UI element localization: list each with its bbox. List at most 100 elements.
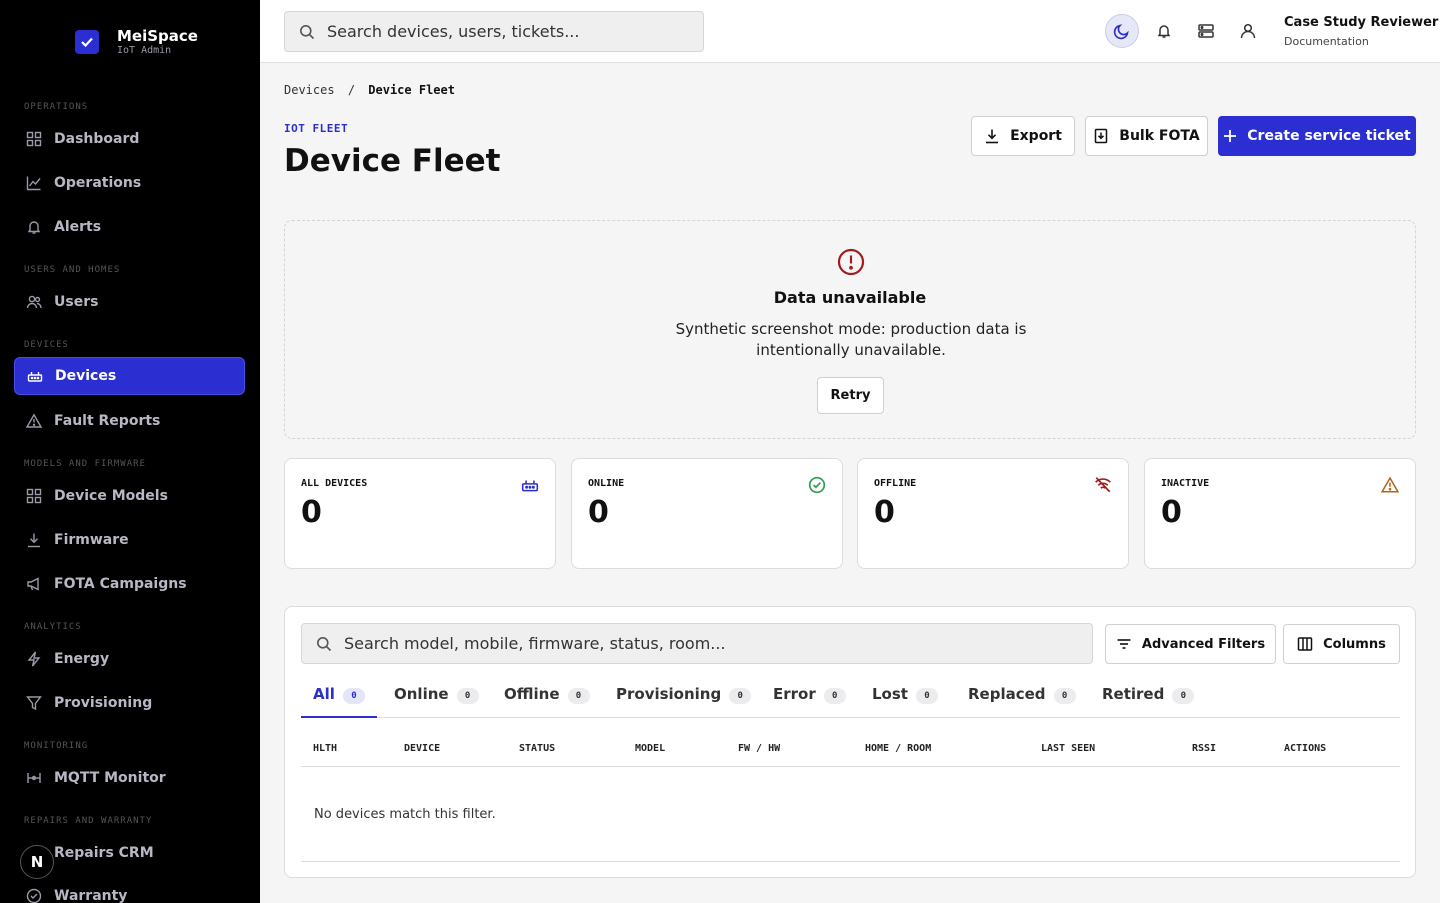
node-link-icon: [27, 773, 41, 783]
framework-badge[interactable]: N: [20, 845, 54, 879]
tab-lost[interactable]: Lost 0: [872, 685, 938, 718]
sidebar-item-energy[interactable]: Energy: [14, 640, 245, 678]
sidebar-item-warranty[interactable]: Warranty: [14, 877, 245, 903]
export-button[interactable]: Export: [971, 116, 1075, 156]
alert-title: Data unavailable: [773, 288, 927, 307]
create-ticket-label: Create service ticket: [1247, 128, 1411, 144]
table-footer-divider: [301, 861, 1400, 862]
column-model[interactable]: MODEL: [635, 743, 665, 754]
wifi-off-icon: [1095, 477, 1111, 493]
notifications-button[interactable]: [1147, 14, 1181, 48]
page-eyebrow: IOT FLEET: [284, 122, 349, 135]
column-status[interactable]: STATUS: [519, 743, 555, 754]
router-icon: [521, 480, 539, 492]
column-fw-hw[interactable]: FW / HW: [738, 743, 780, 754]
sidebar-item-users[interactable]: Users: [14, 283, 245, 321]
warning-triangle-icon: [26, 413, 42, 428]
table-search-input[interactable]: [344, 634, 1074, 653]
bell-icon: [27, 221, 41, 234]
sidebar-item-fault-reports[interactable]: Fault Reports: [14, 402, 245, 440]
user-icon: [1240, 23, 1256, 39]
columns-button[interactable]: Columns: [1283, 624, 1400, 664]
alert-message: Synthetic screenshot mode: production da…: [675, 320, 1027, 359]
column-rssi[interactable]: RSSI: [1192, 743, 1216, 754]
sidebar-item-label: Fault Reports: [54, 413, 161, 429]
user-block[interactable]: Case Study Reviewer Documentation: [1284, 15, 1438, 48]
column-health[interactable]: HLTH: [313, 743, 337, 754]
tab-error[interactable]: Error 0: [773, 685, 846, 718]
tab-offline[interactable]: Offline 0: [504, 685, 590, 718]
breadcrumb-parent[interactable]: Devices: [284, 83, 335, 97]
breadcrumb-current: Device Fleet: [368, 83, 455, 97]
sidebar-item-device-models[interactable]: Device Models: [14, 477, 245, 515]
funnel-icon: [26, 696, 42, 711]
tab-retired[interactable]: Retired 0: [1102, 685, 1195, 718]
topbar: Case Study Reviewer Documentation: [260, 0, 1440, 63]
sidebar-item-alerts[interactable]: Alerts: [14, 208, 245, 246]
theme-toggle-button[interactable]: [1105, 14, 1139, 48]
global-search-input[interactable]: [327, 22, 687, 41]
columns-label: Columns: [1323, 636, 1386, 652]
sidebar-item-mqtt-monitor[interactable]: MQTT Monitor: [14, 759, 245, 797]
table-search[interactable]: [301, 623, 1093, 664]
bulk-fota-button[interactable]: Bulk FOTA: [1085, 116, 1208, 156]
columns-icon: [1297, 637, 1313, 651]
stat-value: 0: [1161, 495, 1182, 530]
tab-online[interactable]: Online 0: [394, 685, 479, 718]
warning-triangle-icon: [1381, 476, 1399, 493]
tab-all[interactable]: All 0: [301, 685, 377, 718]
tab-label: Provisioning: [616, 685, 722, 703]
user-role: Documentation: [1284, 35, 1369, 48]
tab-provisioning[interactable]: Provisioning 0: [616, 685, 752, 718]
server-status-button[interactable]: [1189, 14, 1223, 48]
column-device[interactable]: DEVICE: [404, 743, 440, 754]
sidebar-item-label: Operations: [54, 175, 142, 191]
sidebar-item-label: Firmware: [54, 532, 129, 548]
sidebar-item-fota-campaigns[interactable]: FOTA Campaigns: [14, 565, 245, 603]
search-icon: [317, 636, 332, 651]
stat-label: ONLINE: [588, 478, 625, 489]
sidebar-item-label: Dashboard: [54, 131, 140, 147]
tab-label: Offline: [504, 685, 560, 703]
profile-button[interactable]: [1231, 14, 1265, 48]
tab-label: Replaced: [968, 685, 1046, 703]
check-circle-icon: [26, 888, 42, 903]
user-name: Case Study Reviewer: [1284, 15, 1439, 30]
page-title: Device Fleet: [284, 143, 501, 179]
sidebar-item-devices[interactable]: Devices: [14, 357, 245, 395]
sidebar-item-label: FOTA Campaigns: [54, 576, 187, 592]
stat-label: INACTIVE: [1161, 478, 1210, 489]
column-last-seen[interactable]: LAST SEEN: [1041, 743, 1095, 754]
nav-section-repairs: REPAIRS AND WARRANTY: [24, 816, 153, 826]
line-chart-icon: [26, 176, 41, 191]
check-circle-icon: [808, 476, 826, 494]
table-header: HLTH DEVICE STATUS MODEL FW / HW HOME / …: [301, 734, 1400, 767]
advanced-filters-button[interactable]: Advanced Filters: [1105, 624, 1276, 664]
global-search[interactable]: [284, 11, 704, 52]
bell-icon: [1157, 25, 1171, 38]
sidebar-item-label: Alerts: [54, 219, 102, 235]
stat-card-online: ONLINE 0: [571, 458, 843, 569]
users-icon: [26, 295, 42, 309]
plus-icon: [1224, 130, 1237, 142]
column-home-room[interactable]: HOME / ROOM: [865, 743, 931, 754]
checkbox-logo-icon: [75, 30, 99, 54]
brand[interactable]: MeiSpace IoT Admin: [75, 27, 198, 57]
sidebar: MeiSpace IoT Admin OPERATIONS Dashboard …: [0, 0, 260, 903]
retry-button[interactable]: Retry: [817, 377, 884, 414]
grid-icon: [26, 131, 42, 147]
sidebar-item-firmware[interactable]: Firmware: [14, 521, 245, 559]
status-tabs: All 0 Online 0 Offline 0 Provisioning 0 Erro…: [301, 685, 1400, 718]
sidebar-item-label: MQTT Monitor: [54, 770, 166, 786]
sidebar-item-label: Devices: [55, 368, 117, 384]
sidebar-item-operations[interactable]: Operations: [14, 164, 245, 202]
sidebar-item-provisioning[interactable]: Provisioning: [14, 684, 245, 722]
filter-lines-icon: [1117, 639, 1131, 649]
tab-replaced[interactable]: Replaced 0: [968, 685, 1076, 718]
tab-count: 0: [1172, 688, 1195, 704]
sidebar-item-dashboard[interactable]: Dashboard: [14, 120, 245, 158]
file-download-icon: [1095, 128, 1108, 144]
create-service-ticket-button[interactable]: Create service ticket: [1218, 116, 1416, 156]
moon-icon: [1113, 24, 1129, 40]
tab-label: All: [313, 685, 335, 703]
